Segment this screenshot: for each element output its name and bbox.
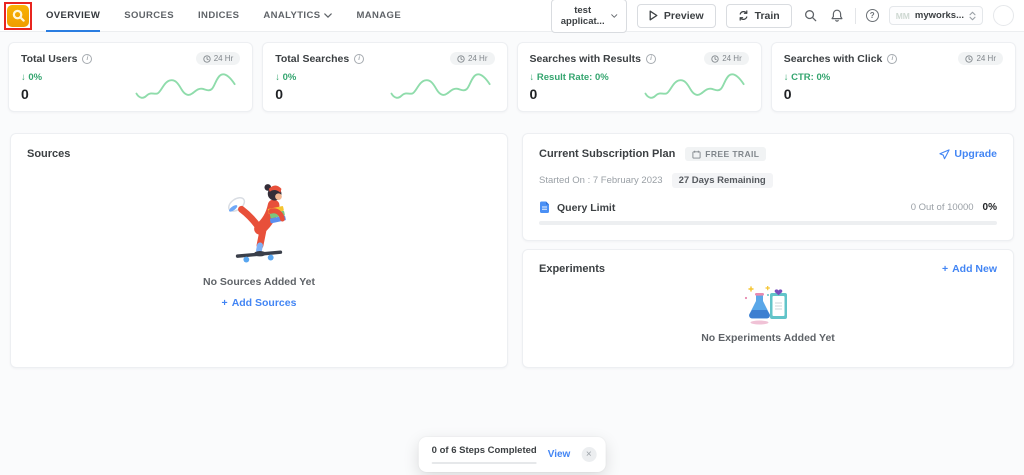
search-icon[interactable] bbox=[802, 7, 819, 24]
magnifier-logo-icon bbox=[12, 9, 25, 22]
time-range-badge: 24 Hr bbox=[704, 52, 749, 65]
tab-sources[interactable]: SOURCES bbox=[124, 0, 174, 32]
train-button[interactable]: Train bbox=[725, 3, 792, 28]
tab-analytics[interactable]: ANALYTICS bbox=[263, 0, 333, 32]
stat-card-total-users: Total Users i 24 Hr ↓ 0% 0 bbox=[8, 42, 254, 112]
subscription-title: Current Subscription Plan bbox=[539, 148, 676, 160]
sparkline-chart bbox=[135, 73, 236, 99]
annotation-highlight bbox=[4, 1, 32, 30]
right-column: Current Subscription Plan FREE TRAIL Upg… bbox=[522, 133, 1014, 368]
header-actions: test applicat... Preview Train ? MM mywo… bbox=[550, 0, 1014, 33]
info-icon[interactable]: i bbox=[82, 53, 93, 64]
experiments-title: Experiments bbox=[539, 263, 606, 275]
stat-card-total-searches: Total Searches i 24 Hr ↓ 0% 0 bbox=[262, 42, 508, 112]
stat-card-searches-with-click: Searches with Click i 24 Hr ↓ CTR: 0% 0 bbox=[770, 42, 1016, 112]
stat-delta: ↓ CTR: 0% bbox=[783, 72, 831, 83]
experiments-empty-message: No Experiments Added Yet bbox=[701, 332, 835, 344]
workspace-selector[interactable]: MM myworks... bbox=[888, 6, 983, 25]
add-sources-button[interactable]: + Add Sources bbox=[222, 297, 297, 309]
help-icon[interactable]: ? bbox=[865, 9, 879, 22]
experiment-flask-illustration bbox=[744, 286, 787, 325]
document-icon bbox=[540, 201, 549, 213]
chevron-down-icon bbox=[611, 13, 618, 18]
tab-manage[interactable]: MANAGE bbox=[356, 0, 401, 32]
main-nav: OVERVIEW SOURCES INDICES ANALYTICS MANAG… bbox=[46, 0, 401, 32]
subscription-panel: Current Subscription Plan FREE TRAIL Upg… bbox=[522, 133, 1014, 241]
select-arrows-icon bbox=[969, 11, 976, 20]
onboarding-toast: 0 of 6 Steps Completed View × bbox=[418, 437, 606, 472]
plus-icon: + bbox=[221, 297, 228, 309]
info-icon[interactable]: i bbox=[887, 53, 898, 64]
query-limit-progressbar bbox=[539, 221, 997, 225]
time-range-badge: 24 Hr bbox=[958, 52, 1003, 65]
user-avatar[interactable] bbox=[993, 5, 1014, 26]
experiments-empty-state: No Experiments Added Yet bbox=[523, 286, 1013, 344]
info-icon[interactable]: i bbox=[354, 53, 365, 64]
kpi-cards-row: Total Users i 24 Hr ↓ 0% 0 Total Searche… bbox=[0, 32, 1024, 112]
sources-empty-message: No Sources Added Yet bbox=[202, 276, 316, 288]
calendar-icon bbox=[692, 150, 701, 159]
sources-panel-title: Sources bbox=[27, 148, 71, 160]
paper-plane-icon bbox=[939, 148, 951, 159]
divider bbox=[854, 7, 856, 24]
workspace-logo-placeholder: MM bbox=[895, 10, 910, 21]
skateboarder-illustration bbox=[228, 184, 286, 263]
query-usage-text: 0 Out of 10000 bbox=[910, 202, 974, 213]
app-logo[interactable] bbox=[7, 4, 29, 27]
add-new-experiment-button[interactable]: + Add New bbox=[942, 263, 997, 275]
upgrade-button[interactable]: Upgrade bbox=[939, 148, 997, 160]
stat-title: Searches with Results bbox=[529, 52, 641, 65]
tab-indices[interactable]: INDICES bbox=[198, 0, 239, 32]
notifications-bell-icon[interactable] bbox=[829, 7, 845, 24]
top-navigation-bar: OVERVIEW SOURCES INDICES ANALYTICS MANAG… bbox=[0, 0, 1024, 33]
play-icon bbox=[649, 10, 658, 21]
sparkline-chart bbox=[644, 73, 745, 99]
close-icon[interactable]: × bbox=[581, 447, 597, 462]
clock-icon bbox=[711, 54, 719, 63]
stat-title: Total Searches bbox=[275, 52, 350, 65]
main-content: Sources No Sources Added Yet + Add Sourc… bbox=[0, 112, 1024, 368]
clock-icon bbox=[203, 54, 211, 63]
days-remaining-badge: 27 Days Remaining bbox=[671, 173, 773, 188]
sources-empty-state: No Sources Added Yet + Add Sources bbox=[11, 178, 507, 309]
stat-title: Searches with Click bbox=[783, 52, 883, 65]
info-icon[interactable]: i bbox=[645, 53, 656, 64]
toast-view-button[interactable]: View bbox=[548, 449, 571, 460]
sparkline-chart bbox=[390, 73, 491, 99]
chevron-down-icon bbox=[324, 13, 333, 18]
experiments-panel: Experiments + Add New No Experiments Add… bbox=[522, 249, 1014, 368]
toast-progressbar bbox=[431, 462, 537, 464]
plan-badge: FREE TRAIL bbox=[685, 147, 767, 161]
tab-overview[interactable]: OVERVIEW bbox=[46, 0, 101, 32]
time-range-badge: 24 Hr bbox=[195, 52, 241, 65]
sources-panel: Sources No Sources Added Yet + Add Sourc… bbox=[10, 133, 508, 368]
query-usage-percent: 0% bbox=[982, 202, 997, 213]
stat-value: 0 bbox=[783, 86, 792, 102]
query-limit-label: Query Limit bbox=[557, 201, 616, 214]
toast-message: 0 of 6 Steps Completed bbox=[431, 445, 537, 456]
sync-icon bbox=[739, 10, 748, 21]
stat-title: Total Users bbox=[21, 52, 78, 65]
application-selector[interactable]: test applicat... bbox=[550, 0, 627, 33]
plus-icon: + bbox=[941, 263, 949, 275]
toast-progress-block: 0 of 6 Steps Completed bbox=[431, 445, 537, 464]
time-range-badge: 24 Hr bbox=[449, 52, 495, 65]
started-on-label: Started On : 7 February 2023 bbox=[539, 175, 663, 186]
stat-card-searches-with-results: Searches with Results i 24 Hr ↓ Result R… bbox=[516, 42, 762, 112]
preview-button[interactable]: Preview bbox=[636, 3, 716, 28]
clock-icon bbox=[457, 54, 465, 63]
clock-icon bbox=[965, 54, 974, 63]
